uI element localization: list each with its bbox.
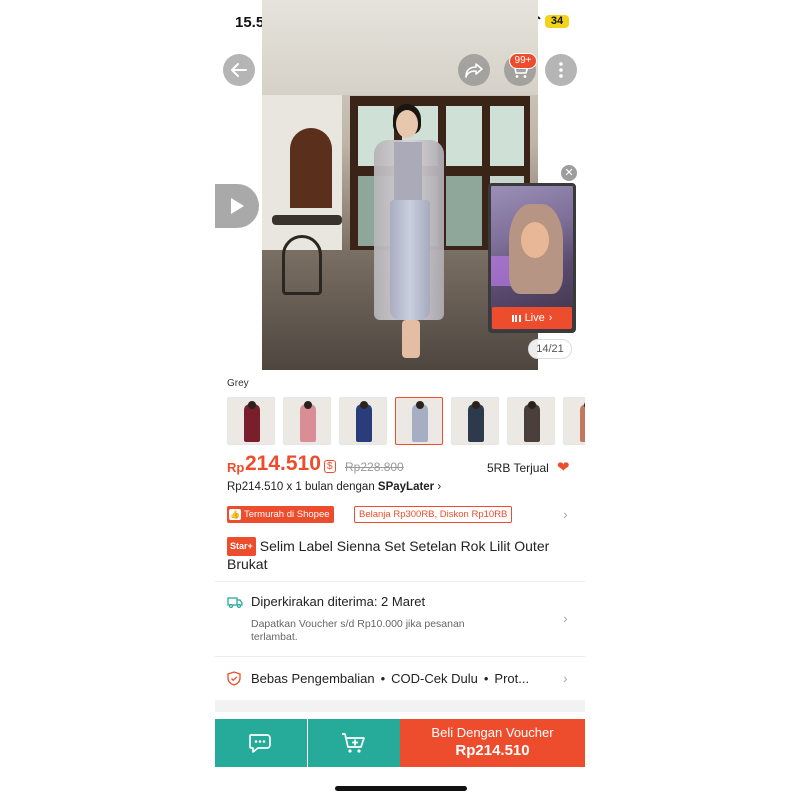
share-button[interactable] xyxy=(458,54,490,86)
bottom-action-bar: Beli Dengan Voucher Rp214.510 xyxy=(215,719,585,767)
variant-thumbnail[interactable] xyxy=(451,397,499,445)
shipping-voucher-info: Dapatkan Voucher s/d Rp10.000 jika pesan… xyxy=(251,618,465,643)
more-options-button[interactable] xyxy=(545,54,577,86)
buy-with-voucher-button[interactable]: Beli Dengan Voucher Rp214.510 xyxy=(400,719,585,767)
product-title-row: Star+ Selim Label Sienna Set Setelan Rok … xyxy=(227,537,573,573)
image-page-indicator: 14/21 xyxy=(528,339,572,359)
section-gap xyxy=(215,700,585,712)
chevron-right-icon: › xyxy=(563,506,568,522)
variant-thumbnail[interactable] xyxy=(227,397,275,445)
star-plus-badge: Star+ xyxy=(227,537,256,556)
truck-icon xyxy=(227,595,243,613)
share-icon xyxy=(465,63,483,78)
chevron-right-icon: › xyxy=(437,481,442,493)
chevron-right-icon: › xyxy=(563,670,568,686)
promo-row[interactable]: 👍 Termurah di Shopee Belanja Rp300RB, Di… xyxy=(227,506,573,524)
arrow-left-icon xyxy=(231,63,247,77)
spaylater-brand: SPayLater xyxy=(377,481,435,493)
shield-icon xyxy=(227,671,241,691)
sold-count: 5RB Terjual xyxy=(487,461,549,475)
divider xyxy=(215,581,585,582)
phone-screen: 15.58 ☾ ✈ 34 xyxy=(215,0,585,800)
cheapest-label: Termurah di Shopee xyxy=(243,509,330,520)
variant-thumbnails xyxy=(227,397,585,445)
buy-button-label: Beli Dengan Voucher xyxy=(431,725,554,740)
current-price: 214.510 xyxy=(245,452,321,475)
shipping-row[interactable]: Diperkirakan diterima: 2 Maret Dapatkan … xyxy=(227,590,573,650)
spaylater-info[interactable]: Rp214.510 x 1 bulan dengan SPayLater › xyxy=(227,481,441,493)
guarantee-protection: Prot... xyxy=(494,671,530,686)
guarantee-return: Bebas Pengembalian xyxy=(251,671,375,686)
home-indicator[interactable] xyxy=(335,786,467,791)
more-vertical-icon xyxy=(559,62,563,78)
chat-icon xyxy=(249,734,271,753)
cart-count-badge: 99+ xyxy=(509,53,537,69)
price-row: Rp 214.510 $ Rp228.800 5RB Terjual ❤ xyxy=(227,452,573,480)
battery-indicator: 34 xyxy=(545,15,569,28)
live-label: Live xyxy=(524,312,545,324)
heart-icon[interactable]: ❤ xyxy=(557,458,570,476)
selected-variant-label: Grey xyxy=(227,378,249,389)
divider xyxy=(215,656,585,657)
live-bars-icon xyxy=(511,314,521,322)
add-cart-icon xyxy=(342,733,365,753)
original-price: Rp228.800 xyxy=(345,460,404,474)
variant-thumbnail[interactable] xyxy=(283,397,331,445)
cheapest-tag: 👍 Termurah di Shopee xyxy=(227,506,334,523)
guarantee-cod: COD-Cek Dulu xyxy=(391,671,478,686)
variant-thumbnail[interactable] xyxy=(395,397,443,445)
thumbs-up-icon: 👍 xyxy=(229,509,241,520)
live-button[interactable]: Live › xyxy=(492,307,572,329)
buy-button-price: Rp214.510 xyxy=(455,742,530,759)
model-skirt xyxy=(390,200,430,320)
product-title: Selim Label Sienna Set Setelan Rok Lilit… xyxy=(227,538,550,572)
variant-thumbnail[interactable] xyxy=(563,397,585,445)
play-video-button[interactable] xyxy=(215,184,259,228)
discount-tag: Belanja Rp300RB, Diskon Rp10RB xyxy=(354,506,513,523)
variant-thumbnail[interactable] xyxy=(339,397,387,445)
spaylater-text: Rp214.510 x 1 bulan dengan xyxy=(227,481,378,493)
add-to-cart-button[interactable] xyxy=(308,719,400,767)
coin-icon: $ xyxy=(324,460,336,473)
guarantee-row[interactable]: Bebas Pengembalian • COD-Cek Dulu • Prot... … xyxy=(227,668,573,690)
chevron-right-icon: › xyxy=(563,610,568,626)
price-currency: Rp xyxy=(227,460,245,475)
chevron-right-icon: › xyxy=(548,312,553,324)
shipping-estimate: Diperkirakan diterima: 2 Maret xyxy=(251,594,426,609)
back-button[interactable] xyxy=(223,54,255,86)
chat-button[interactable] xyxy=(215,719,307,767)
variant-thumbnail[interactable] xyxy=(507,397,555,445)
play-icon xyxy=(231,198,244,214)
close-live-button[interactable]: ✕ xyxy=(561,165,577,181)
